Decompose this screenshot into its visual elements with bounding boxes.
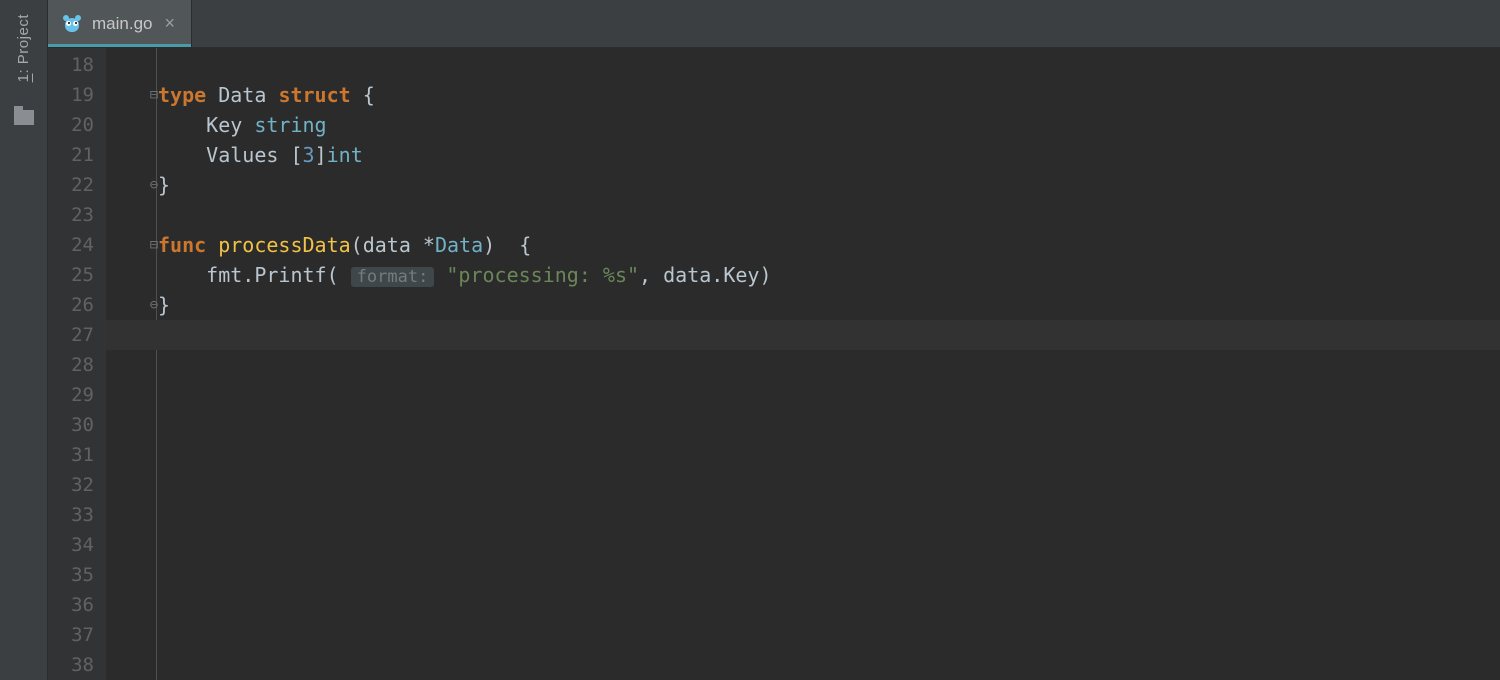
- token-fn: processData: [218, 233, 350, 257]
- line-number[interactable]: 21: [48, 140, 94, 170]
- close-icon[interactable]: ×: [164, 13, 175, 34]
- line-number[interactable]: 28: [48, 350, 94, 380]
- fold-guide-line: [156, 48, 157, 680]
- code-line[interactable]: [158, 530, 1500, 560]
- token-txt: }: [158, 173, 170, 197]
- code-line[interactable]: [158, 50, 1500, 80]
- line-number[interactable]: 36: [48, 590, 94, 620]
- project-label-text: : Project: [15, 14, 32, 74]
- token-txt: Data: [218, 83, 266, 107]
- line-number[interactable]: 31: [48, 440, 94, 470]
- token-kw: func: [158, 233, 206, 257]
- line-number[interactable]: 35: [48, 560, 94, 590]
- line-number[interactable]: 19: [48, 80, 94, 110]
- code-line[interactable]: Values [3]int: [158, 140, 1500, 170]
- line-number[interactable]: 20: [48, 110, 94, 140]
- code-line[interactable]: [158, 620, 1500, 650]
- line-number[interactable]: 26: [48, 290, 94, 320]
- line-number[interactable]: 34: [48, 530, 94, 560]
- token-num: 3: [303, 143, 315, 167]
- token-txt: , data.Key): [639, 263, 771, 287]
- token-hint: format:: [351, 267, 435, 287]
- code-line[interactable]: }: [158, 170, 1500, 200]
- token-txt: ]: [315, 143, 327, 167]
- token-txt: [: [290, 143, 302, 167]
- project-label-mnemonic: 1: [15, 74, 32, 83]
- token-kw: struct: [278, 83, 350, 107]
- code-line[interactable]: type Data struct {: [158, 80, 1500, 110]
- code-line[interactable]: [158, 590, 1500, 620]
- code-line[interactable]: [158, 560, 1500, 590]
- token-txt: Key: [206, 113, 242, 137]
- line-number[interactable]: 22: [48, 170, 94, 200]
- token-typ: string: [254, 113, 326, 137]
- token-kw: type: [158, 83, 206, 107]
- token-txt: Values: [206, 143, 278, 167]
- code-line[interactable]: fmt.Printf( format: "processing: %s", da…: [158, 260, 1500, 290]
- editor-tab-main-go[interactable]: main.go ×: [48, 0, 192, 47]
- code-line[interactable]: [106, 320, 1500, 350]
- token-txt: }: [158, 293, 170, 317]
- token-typ: int: [327, 143, 363, 167]
- code-line[interactable]: }: [158, 290, 1500, 320]
- line-number[interactable]: 32: [48, 470, 94, 500]
- code-line[interactable]: [158, 410, 1500, 440]
- toolwindow-strip: 1: Project: [0, 0, 48, 680]
- code-line[interactable]: [158, 200, 1500, 230]
- line-number[interactable]: 23: [48, 200, 94, 230]
- line-number[interactable]: 33: [48, 500, 94, 530]
- code-line[interactable]: func processData(data *Data) {: [158, 230, 1500, 260]
- line-number[interactable]: 25: [48, 260, 94, 290]
- token-txt: ) {: [483, 233, 531, 257]
- code-line[interactable]: [158, 350, 1500, 380]
- line-number[interactable]: 37: [48, 620, 94, 650]
- token-typ: Data: [435, 233, 483, 257]
- line-number[interactable]: 24: [48, 230, 94, 260]
- token-txt: {: [363, 83, 375, 107]
- code-area[interactable]: type Data struct { Key string Values [3]…: [158, 48, 1500, 680]
- token-txt: (data *: [351, 233, 435, 257]
- code-line[interactable]: [158, 440, 1500, 470]
- line-number[interactable]: 18: [48, 50, 94, 80]
- line-number[interactable]: 27: [48, 320, 94, 350]
- line-number[interactable]: 29: [48, 380, 94, 410]
- folder-icon[interactable]: [14, 110, 34, 125]
- line-number-gutter[interactable]: 1819202122232425262728293031323334353637…: [48, 48, 106, 680]
- code-line[interactable]: [158, 380, 1500, 410]
- code-line[interactable]: [158, 470, 1500, 500]
- fold-gutter[interactable]: ⊟⊖⊟⊖: [106, 48, 158, 680]
- line-number[interactable]: 38: [48, 650, 94, 680]
- code-editor[interactable]: 1819202122232425262728293031323334353637…: [48, 48, 1500, 680]
- editor-tabbar: main.go ×: [48, 0, 1500, 48]
- code-line[interactable]: [158, 650, 1500, 680]
- code-line[interactable]: Key string: [158, 110, 1500, 140]
- editor-tab-filename: main.go: [92, 14, 152, 34]
- token-str: "processing: %s": [446, 263, 639, 287]
- project-toolwindow-button[interactable]: 1: Project: [15, 14, 32, 82]
- go-file-icon: [62, 14, 82, 34]
- token-txt: fmt.Printf(: [206, 263, 351, 287]
- line-number[interactable]: 30: [48, 410, 94, 440]
- code-line[interactable]: [158, 500, 1500, 530]
